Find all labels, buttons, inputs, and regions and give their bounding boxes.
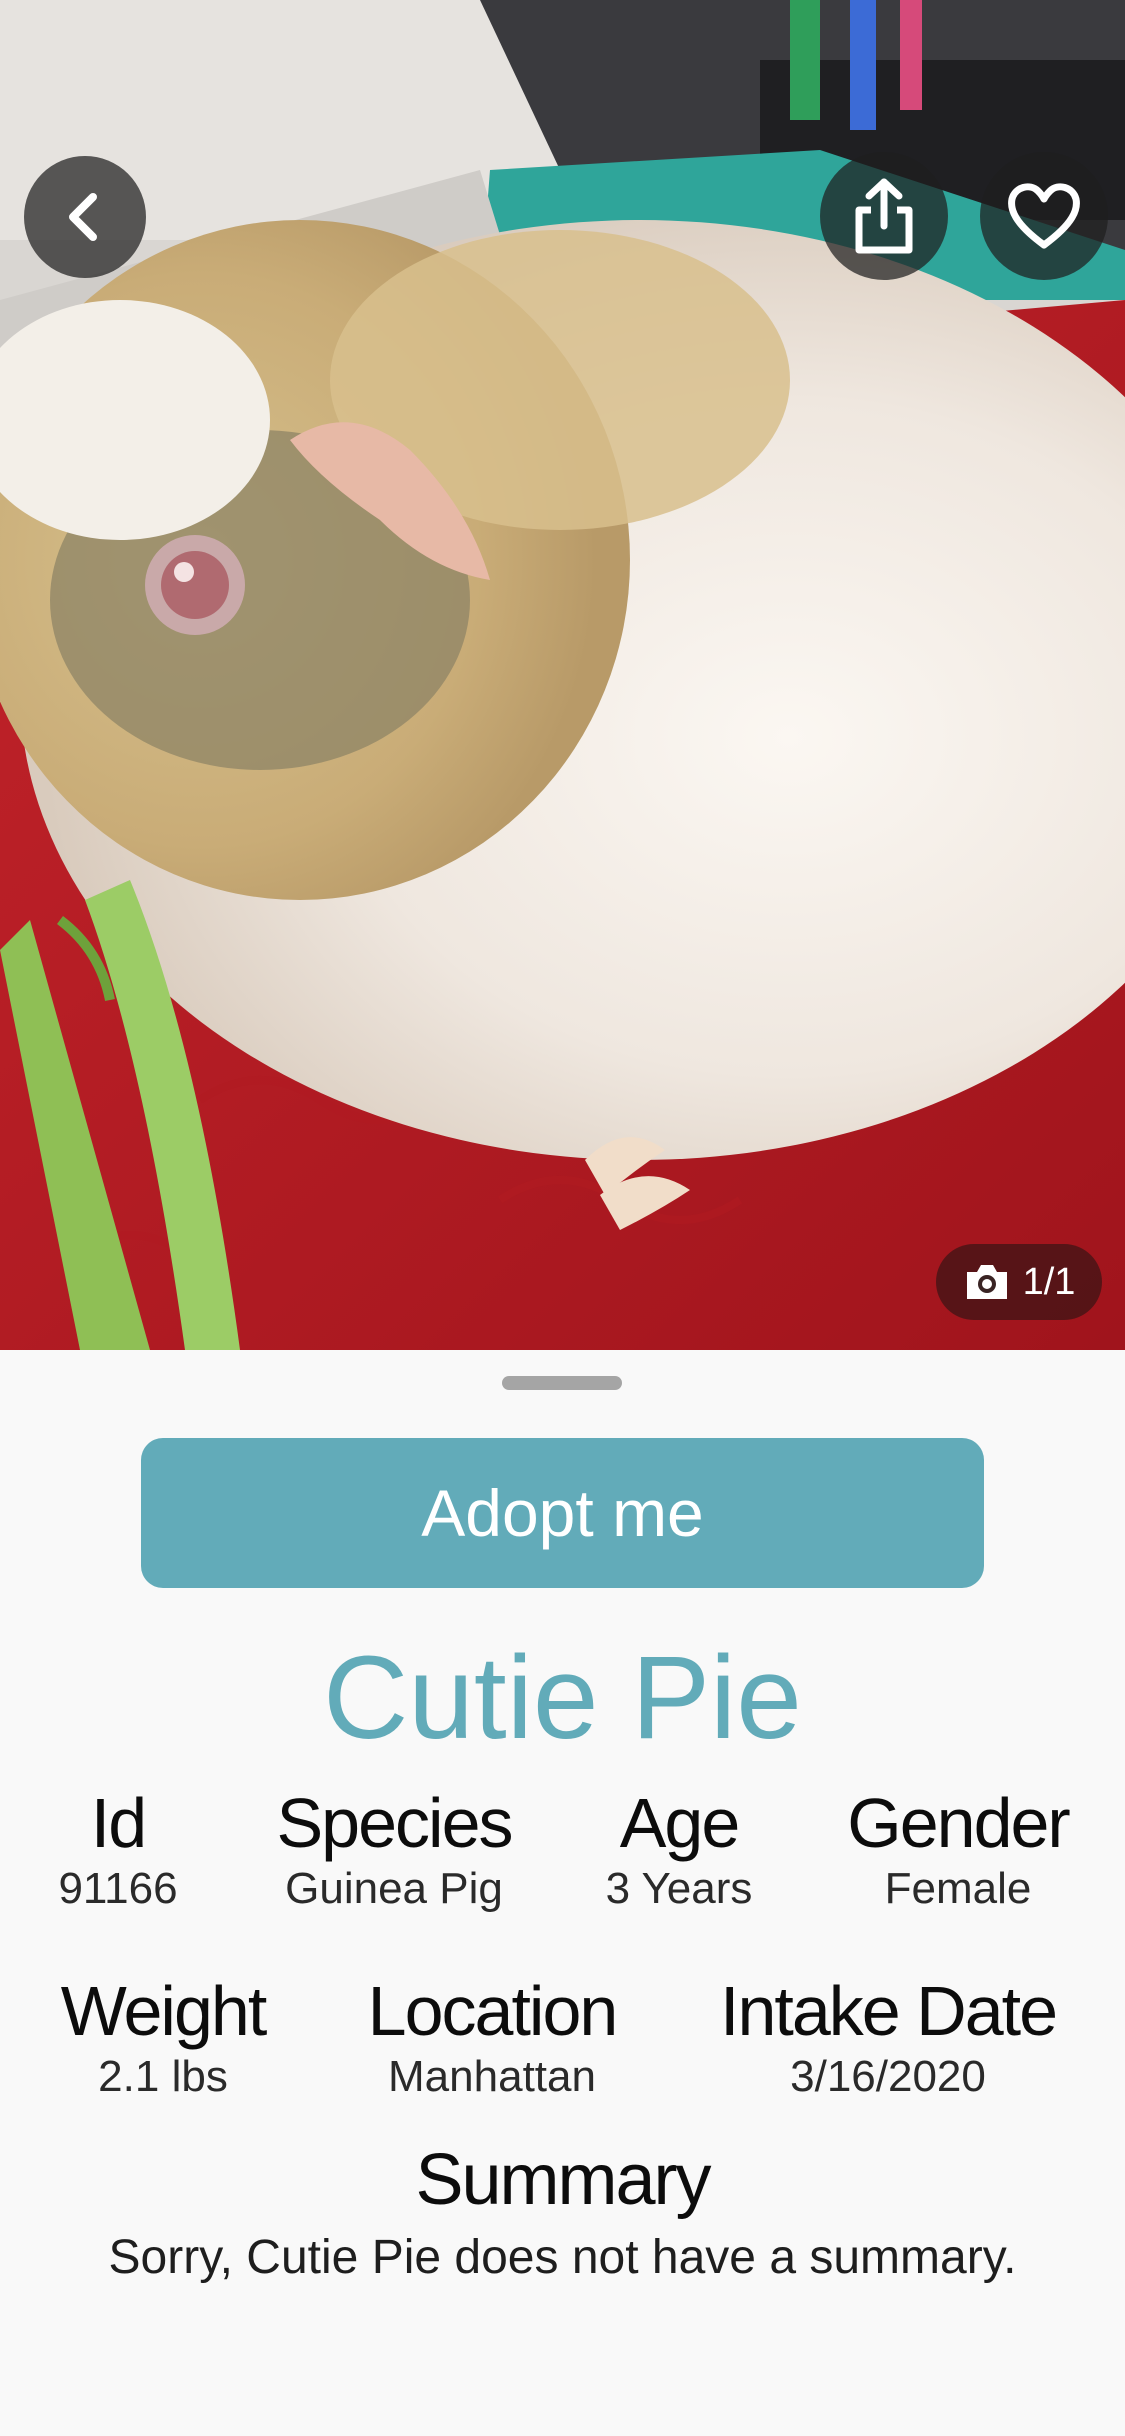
share-icon [855,178,913,254]
field-age: Age 3 Years [606,1784,753,1916]
field-intake-date-value: 3/16/2020 [790,2052,986,2101]
field-age-label: Age [619,1784,741,1862]
field-age-value: 3 Years [605,1864,753,1913]
field-intake-date-label: Intake Date [720,1972,1058,2050]
pet-name: Cutie Pie [323,1632,802,1764]
back-button[interactable] [24,156,146,278]
chevron-left-icon [69,193,97,241]
sheet-drag-handle[interactable] [502,1376,622,1390]
pet-details-sheet: Adopt me Cutie Pie Id 91166 Species Guin… [0,1350,1125,2436]
field-weight-value: 2.1 lbs [98,2052,228,2101]
field-id-value: 91166 [58,1864,178,1913]
field-weight: Weight 2.1 lbs [60,1972,268,2104]
photo-counter: 1/1 [936,1244,1102,1320]
favorite-button[interactable] [980,152,1108,280]
pet-photo[interactable]: 1/1 [0,0,1125,1350]
summary-heading: Summary [415,2140,711,2220]
guinea-pig-illustration [0,0,1125,1350]
field-id: Id 91166 [58,1784,177,1916]
photo-counter-text: 1/1 [1022,1260,1076,1303]
field-id-label: Id [90,1784,147,1862]
adopt-button[interactable]: Adopt me [141,1438,984,1588]
field-location: Location Manhattan [367,1972,619,2104]
field-location-value: Manhattan [388,2052,596,2101]
share-button[interactable] [820,152,948,280]
field-gender: Gender Female [847,1784,1070,1916]
heart-icon [1008,183,1080,249]
field-species: Species Guinea Pig [276,1784,513,1916]
field-species-value: Guinea Pig [285,1864,503,1913]
camera-icon [966,1265,1007,1299]
field-location-label: Location [367,1972,619,2050]
pet-detail-screen: 1/1 Adopt me Cutie Pie Id 91166 Species … [0,0,1125,2436]
field-weight-label: Weight [60,1972,268,2050]
field-species-label: Species [276,1784,513,1862]
field-gender-label: Gender [847,1784,1070,1862]
field-intake-date: Intake Date 3/16/2020 [720,1972,1058,2104]
field-gender-value: Female [884,1864,1032,1913]
summary-text: Sorry, Cutie Pie does not have a summary… [108,2231,1017,2284]
